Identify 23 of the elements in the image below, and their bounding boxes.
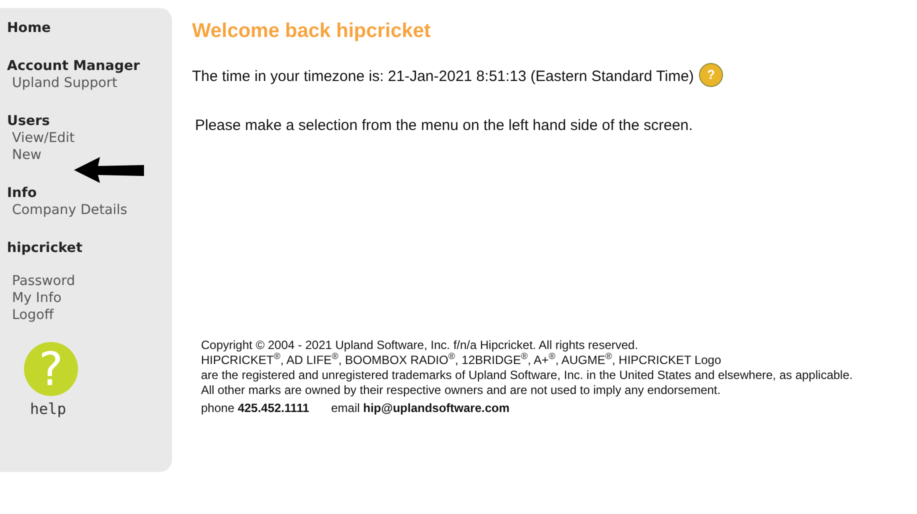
menu-link[interactable]: Upland Support <box>7 75 118 92</box>
instruction-text: Please make a selection from the menu on the left hand side of the screen. <box>195 117 694 134</box>
section-heading: Account Manager <box>7 58 141 75</box>
section-heading: hipcricket <box>7 240 84 257</box>
section-heading: Home <box>7 20 52 37</box>
arrow-icon <box>74 157 144 183</box>
footer-text: are the registered and unregistered trademarks of Upland Software, Inc. in the United States and elsewhere, as applicable. <box>201 368 853 383</box>
footer-text: HIPCRICKET$^{®}$, AD LIFE$^{®}$, BOOMBOX RADIO$^{®}$, 12BRIDGE$^{®}$, A+$^{®}$, AUGME$^{®}$, HIPCRICKET Logo <box>201 353 722 368</box>
welcome-title: Welcome back hipcricket <box>192 20 432 43</box>
menu-link[interactable]: New <box>7 147 42 164</box>
phone-text: phone 425.452.1111 <box>201 401 310 416</box>
menu-link[interactable]: Company Details <box>7 202 128 219</box>
email-text: email hip@uplandsoftware.com <box>331 401 510 416</box>
section-heading: Users <box>7 113 51 130</box>
menu-link[interactable]: My Info <box>7 290 62 307</box>
footer-text: All other marks are owned by their respective owners and are not used to imply any endorsement. <box>201 383 722 398</box>
help-label: help <box>30 400 66 418</box>
menu-link[interactable]: Password <box>7 273 76 290</box>
section-heading: Info <box>7 185 38 202</box>
menu-link[interactable]: View/Edit <box>7 130 75 147</box>
timezone-text: The time in your timezone is: 21-Jan-2021 8:51:13 (Eastern Standard Time) <box>192 68 694 85</box>
footer-text: Copyright © 2004 - 2021 Upland Software, Inc. f/n/a Hipcricket. All rights reserved. <box>201 338 640 352</box>
menu-link[interactable]: Logoff <box>7 307 54 324</box>
